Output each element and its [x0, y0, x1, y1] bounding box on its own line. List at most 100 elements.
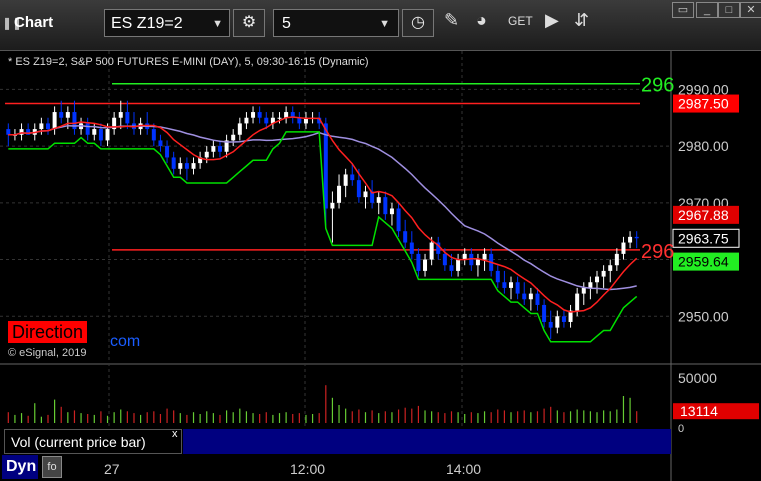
candle-body	[45, 123, 50, 130]
chart-header: * ES Z19=2, S&P 500 FUTURES E-MINI (DAY)…	[8, 56, 369, 68]
direction-badge: Direction	[8, 321, 88, 343]
price-tick-label: 2950.00	[678, 308, 729, 324]
candle-body	[595, 276, 600, 283]
dynamic-button[interactable]: Dyn	[2, 455, 38, 479]
close-icon[interactable]: ✕	[740, 2, 761, 18]
candle-body	[105, 129, 110, 141]
candle-body	[257, 112, 262, 118]
candle-body	[456, 259, 461, 271]
candle-body	[403, 231, 408, 243]
candle-body	[581, 287, 586, 294]
candle-body	[495, 270, 500, 283]
candle-body	[217, 146, 222, 152]
candle-body	[509, 282, 514, 288]
chevron-down-icon: ▼	[379, 18, 390, 30]
chevron-down-icon: ▼	[212, 18, 223, 30]
candle-body	[423, 259, 428, 271]
candle-body	[6, 129, 11, 135]
candle-body	[125, 112, 130, 124]
candle-body	[277, 117, 282, 119]
candle-body	[356, 180, 361, 198]
volume-tick-label: 50000	[678, 370, 717, 386]
candle-body	[330, 202, 335, 209]
time-label-1200: 12:00	[290, 461, 326, 477]
candle-body	[59, 112, 64, 118]
candle-body	[575, 293, 580, 311]
study-indicator-icon[interactable]: ◕	[476, 10, 487, 31]
candle-body	[522, 293, 527, 300]
get-data-icon[interactable]: GET	[508, 14, 533, 28]
clock-icon[interactable]: ◷	[402, 9, 434, 37]
symbol-dropdown[interactable]: ES Z19=2 ▼	[104, 9, 230, 37]
candle-body	[158, 140, 163, 147]
maximize-icon[interactable]: □	[718, 2, 740, 18]
volume-legend-bar	[183, 429, 671, 454]
candle-body	[92, 129, 97, 135]
candle-body	[264, 117, 269, 124]
candle-body	[482, 253, 487, 260]
candle-body	[621, 242, 626, 254]
candle-body	[343, 174, 348, 186]
chart-area[interactable]: 2990.00 2980.00 2970.00 2950.00 50000 0 2987.5…	[0, 51, 761, 481]
pencil-draw-icon[interactable]: ✎	[444, 10, 459, 31]
candle-body	[350, 174, 355, 181]
candle-body	[337, 185, 342, 203]
volume-legend: Vol (current price bar)	[4, 429, 182, 454]
candle-body	[237, 123, 242, 135]
candle-body	[98, 129, 103, 141]
candle-body	[634, 236, 639, 239]
candle-body	[409, 242, 414, 254]
play-icon[interactable]: ▶	[545, 10, 559, 31]
candle-body	[231, 134, 236, 141]
candle-body	[442, 253, 447, 266]
scroll-icon[interactable]: ⇵	[574, 10, 589, 31]
interval-dropdown[interactable]: 5 ▼	[273, 9, 399, 37]
time-label-27: 27	[104, 461, 120, 477]
window-title: Chart	[14, 14, 54, 31]
green-line-label: 296	[641, 75, 674, 97]
candle-body	[204, 151, 209, 158]
candle-body	[191, 163, 196, 169]
price-chart-svg[interactable]: 2990.002980.002970.002950.005000002987.5…	[0, 51, 761, 481]
volume-flag-label: 13114	[680, 403, 718, 419]
candle-body	[548, 321, 553, 328]
settings-gear-icon[interactable]: ⚙	[233, 9, 265, 37]
price-flag-label: 2967.88	[678, 207, 729, 223]
candle-body	[396, 208, 401, 232]
candle-body	[389, 208, 394, 215]
candle-body	[383, 197, 388, 215]
candle-body	[515, 282, 520, 294]
symbol-value: ES Z19=2	[111, 15, 183, 32]
interval-value: 5	[282, 15, 291, 32]
candle-body	[178, 163, 183, 169]
candle-body	[171, 157, 176, 169]
price-flag-label: 2959.64	[678, 254, 729, 270]
copyright-text: © eSignal, 2019	[8, 347, 87, 359]
red-line-label: 296	[641, 241, 674, 263]
candle-body	[416, 253, 421, 271]
candle-body	[85, 123, 90, 135]
candle-body	[502, 282, 507, 288]
candle-body	[118, 112, 123, 118]
restore-icon[interactable]: ▭	[672, 2, 694, 18]
minimize-icon[interactable]: _	[696, 2, 718, 18]
candle-body	[184, 163, 189, 169]
candle-body	[376, 197, 381, 203]
toolbar: ❚❚ Chart ES Z19=2 ▼ ⚙ 5 ▼ ◷ ✎ ◕ GET ▶ ⇵ …	[0, 0, 761, 51]
candle-body	[608, 265, 613, 271]
candle-body	[528, 293, 533, 300]
candle-body	[561, 316, 566, 322]
candle-body	[244, 117, 249, 124]
formula-icon[interactable]: fo	[42, 456, 62, 478]
candle-body	[165, 146, 170, 158]
candle-body	[555, 316, 560, 328]
candle-body	[151, 129, 156, 141]
direction-suffix: com	[110, 333, 141, 350]
candle-body	[251, 112, 256, 118]
price-flag-label: 2963.75	[678, 230, 729, 246]
candle-body	[588, 282, 593, 288]
candle-body	[363, 191, 368, 198]
candle-body	[601, 270, 606, 277]
close-icon[interactable]: x	[172, 428, 178, 440]
time-label-1400: 14:00	[446, 461, 482, 477]
